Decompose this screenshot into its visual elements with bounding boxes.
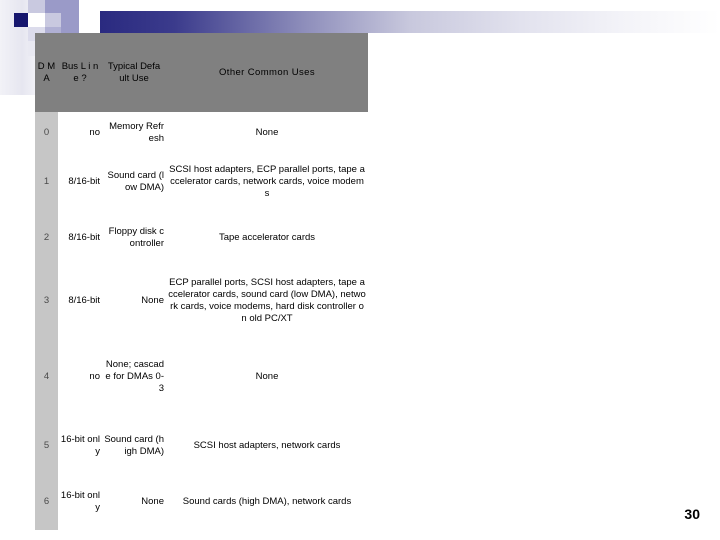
header-gradient-band	[100, 11, 720, 33]
header-row: D M A Bus L i n e ? Typical Defa ult Use…	[35, 33, 368, 112]
header-dma: D M A	[37, 60, 56, 84]
table-header: D M A Bus L i n e ? Typical Defa ult Use…	[35, 33, 368, 112]
cell-dma: 0	[35, 112, 58, 154]
cell-default-use: Memory Refresh	[109, 121, 164, 144]
cell-other-uses: ECP parallel ports, SCSI host adapters, …	[168, 277, 366, 324]
cell-default-use: None; cascade for DMAs 0-3	[105, 359, 164, 394]
table-row: 6 16-bit only None Sound cards (high DMA…	[35, 474, 368, 530]
cell-dma: 1	[35, 154, 58, 210]
cell-default-use: None	[141, 295, 164, 306]
table-row: 2 8/16-bit Floppy disk controller Tape a…	[35, 210, 368, 266]
cell-default-use: Sound card (low DMA)	[107, 170, 164, 193]
cell-dma: 2	[35, 210, 58, 266]
dma-assignment-table: D M A Bus L i n e ? Typical Defa ult Use…	[35, 33, 368, 530]
cell-default-use: None	[141, 496, 164, 507]
table-row: 3 8/16-bit None ECP parallel ports, SCSI…	[35, 266, 368, 336]
header-default-use: Typical Defa ult Use	[107, 60, 161, 84]
cell-other-uses: None	[255, 371, 279, 382]
table-row: 5 16-bit only Sound card (high DMA) SCSI…	[35, 418, 368, 474]
deco-square-3	[14, 13, 28, 27]
deco-square-6	[61, 0, 79, 33]
table-body: 0 no Memory Refresh None 1 8/16-bit Soun…	[35, 112, 368, 530]
cell-other-uses: SCSI host adapters, network cards	[193, 440, 341, 451]
header-other-uses: Other Common Uses	[218, 66, 316, 78]
cell-dma: 6	[35, 474, 58, 530]
cell-bus-line: 16-bit only	[60, 490, 100, 513]
cell-bus-line: 16-bit only	[60, 434, 100, 457]
cell-other-uses: SCSI host adapters, ECP parallel ports, …	[169, 164, 365, 199]
dma-table-container: D M A Bus L i n e ? Typical Defa ult Use…	[35, 33, 368, 530]
header-bus-line: Bus L i n e ?	[61, 60, 99, 84]
deco-square-1	[28, 0, 45, 13]
table-row: 0 no Memory Refresh None	[35, 112, 368, 154]
page-number: 30	[684, 506, 700, 522]
cell-dma: 3	[35, 266, 58, 336]
cell-dma: 5	[35, 418, 58, 474]
cell-other-uses: None	[255, 127, 279, 138]
table-row: 1 8/16-bit Sound card (low DMA) SCSI hos…	[35, 154, 368, 210]
deco-square-2	[45, 0, 61, 13]
cell-bus-line: 8/16-bit	[68, 295, 100, 306]
cell-bus-line: 8/16-bit	[68, 176, 100, 187]
cell-bus-line: 8/16-bit	[68, 232, 100, 243]
cell-bus-line: no	[89, 371, 100, 382]
cell-dma: 4	[35, 336, 58, 418]
cell-default-use: Floppy disk controller	[108, 226, 164, 249]
deco-square-4	[28, 13, 45, 27]
cell-bus-line: no	[89, 127, 100, 138]
cell-default-use: Sound card (high DMA)	[104, 434, 164, 457]
cell-other-uses: Sound cards (high DMA), network cards	[182, 496, 352, 507]
table-row: 4 no None; cascade for DMAs 0-3 None	[35, 336, 368, 418]
deco-square-5	[45, 13, 61, 27]
cell-other-uses: Tape accelerator cards	[218, 232, 316, 243]
